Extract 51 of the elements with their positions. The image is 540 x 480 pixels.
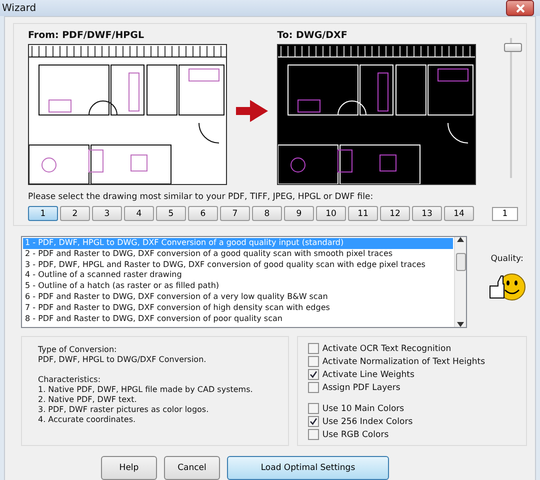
drawing-number-button[interactable]: 5 [156,206,186,221]
option-label: Use RGB Colors [322,430,389,440]
description-text: 2. Native PDF, DWF text. [38,395,138,405]
description-text: 3. PDF, DWF raster pictures as color logos. [38,405,210,415]
option-checkbox[interactable]: Activate OCR Text Recognition [308,343,518,354]
dialog-button[interactable]: Cancel [164,456,220,480]
option-checkbox[interactable]: Activate Normalization of Text Heights [308,356,518,367]
conversion-option[interactable]: 6 - PDF and Raster to DWG, DXF conversion of a very low quality B&W scan [23,292,453,303]
drawing-number-button[interactable]: 12 [380,206,410,221]
drawing-number-button[interactable]: 6 [188,206,218,221]
description-text: 1. Native PDF, DWF, HPGL file made by CAD systems. [38,385,254,395]
option-label: Use 10 Main Colors [322,404,404,414]
option-label: Activate OCR Text Recognition [322,344,452,354]
drawing-number-button[interactable]: 4 [124,206,154,221]
drawing-number-button[interactable]: 3 [92,206,122,221]
conversion-option[interactable]: 8 - PDF and Raster to DWG, DXF conversion of poor quality scan [23,314,453,324]
option-checkbox[interactable]: Activate Line Weights [308,369,518,380]
drawing-number-button[interactable]: 2 [60,206,90,221]
description-text: Characteristics: [38,375,102,385]
dialog-button[interactable]: Help [101,456,157,480]
option-label: Activate Line Weights [322,370,414,380]
quality-label: Quality: [490,254,524,264]
option-checkbox[interactable]: Use 10 Main Colors [308,403,518,414]
drawing-number-button[interactable]: 8 [252,206,282,221]
option-label: Use 256 Index Colors [322,416,413,426]
conversion-option[interactable]: 4 - Outline of a scanned raster drawing [23,270,453,282]
drawing-number-button[interactable]: 10 [316,206,346,221]
description-text: 4. Accurate coordinates. [38,415,137,425]
conversion-option[interactable]: 2 - PDF and Raster to DWG, DXF conversion of a good quality scan with smooth pixel traces [23,248,453,260]
conversion-option[interactable]: 7 - PDF and Raster to DWG, DXF conversion of high density scan with edges [23,302,453,314]
option-checkbox[interactable]: Use 256 Index Colors [308,416,518,427]
drawing-number-button[interactable]: 14 [444,206,474,221]
drawing-number-button[interactable]: 13 [412,206,442,221]
option-label: Assign PDF Layers [322,382,400,392]
instruction-text: Please select the drawing most similar to your PDF, TIFF, JPEG, HPGL or DWF file: [28,192,374,202]
option-checkbox[interactable]: Assign PDF Layers [308,382,518,393]
drawing-number-button[interactable]: 7 [220,206,250,221]
load-settings-button[interactable]: Load Optimal Settings [227,456,389,480]
target-format-heading: To: DWG/DXF [277,30,348,41]
description-text: PDF, DWF, HPGL to DWG/DXF Conversion. [38,355,208,365]
option-checkbox[interactable]: Use RGB Colors [308,429,518,440]
source-format-heading: From: PDF/DWF/HPGL [28,30,145,41]
drawing-number-button[interactable]: 1 [28,206,58,221]
window-title: Wizard [2,2,36,14]
conversion-option[interactable]: 3 - PDF, DWF, HPGL and Raster to DWG, DXF conversion of good quality scan with edge pixel traces [23,260,453,270]
drawing-number-button[interactable]: 9 [284,206,314,221]
option-label: Activate Normalization of Text Heights [322,356,486,366]
conversion-option[interactable]: 5 - Outline of a hatch (as raster or as filled path) [23,281,453,292]
drawing-number-button[interactable]: 11 [348,206,378,221]
description-text: Type of Conversion: [38,345,118,355]
number-field[interactable]: 1 [492,206,518,220]
